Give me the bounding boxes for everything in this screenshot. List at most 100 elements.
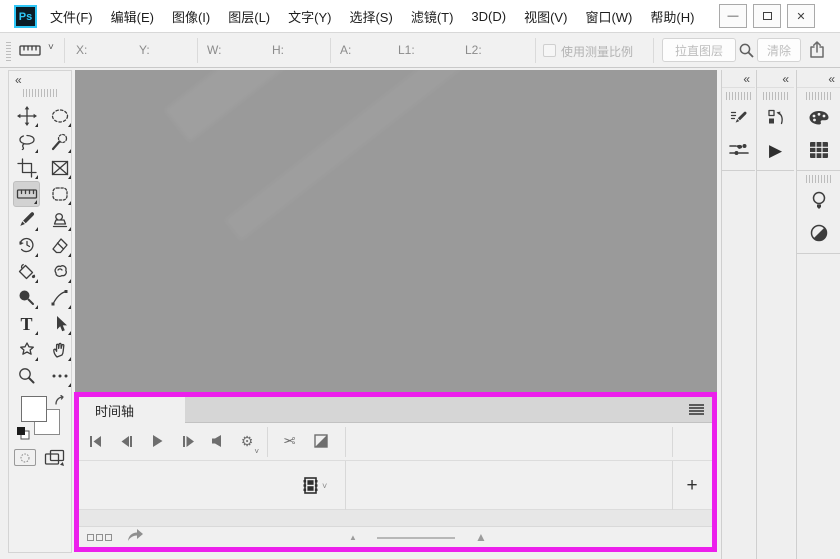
brushes-icon[interactable] <box>722 134 755 166</box>
default-colors-icon[interactable] <box>15 425 31 446</box>
elliptical-marquee-tool[interactable] <box>46 103 73 129</box>
add-media-button[interactable]: + <box>672 461 712 510</box>
crop-tool[interactable] <box>13 155 40 181</box>
zoom-out-icon[interactable]: ▲ <box>349 533 357 542</box>
type-tool[interactable]: T <box>13 311 40 337</box>
history-brush-tool[interactable] <box>13 233 40 259</box>
screen-mode-button[interactable] <box>44 449 66 472</box>
menu-image[interactable]: 图像(I) <box>170 5 212 28</box>
panel-grip[interactable] <box>805 92 832 100</box>
h-field-label: H: <box>272 43 284 57</box>
mute-audio-button[interactable] <box>203 427 231 455</box>
patch-tool[interactable] <box>46 181 73 207</box>
share-icon[interactable] <box>808 41 826 64</box>
menu-layer[interactable]: 图层(L) <box>226 5 272 28</box>
panel-column-color: « <box>796 70 840 559</box>
collapse-panel-icon[interactable]: « <box>828 72 835 86</box>
convert-to-frame-animation-button[interactable] <box>87 533 112 541</box>
go-to-previous-frame-button[interactable] <box>112 427 140 455</box>
watermark <box>225 70 541 241</box>
swatches-panel-icon[interactable] <box>797 134 840 166</box>
minimize-icon: — <box>727 10 739 22</box>
transition-button[interactable] <box>307 427 335 455</box>
frame-tool[interactable] <box>46 155 73 181</box>
render-video-shortcut-icon[interactable] <box>126 528 144 547</box>
foreground-color-swatch[interactable] <box>21 396 47 422</box>
timeline-zoom-slider[interactable] <box>377 537 455 539</box>
ruler-tool[interactable] <box>13 181 40 207</box>
options-bar-grip[interactable] <box>6 40 11 61</box>
video-track-menu[interactable]: ˅ <box>303 477 327 494</box>
quick-mask-button[interactable] <box>14 449 36 466</box>
maximize-button[interactable] <box>753 4 781 28</box>
actions-icon[interactable]: ▶ <box>757 134 794 166</box>
custom-shape-tool[interactable] <box>13 337 40 363</box>
panel-menu-icon[interactable] <box>689 404 704 415</box>
menu-filter[interactable]: 滤镜(T) <box>409 5 456 28</box>
move-tool[interactable] <box>13 103 40 129</box>
history-icon[interactable] <box>757 102 794 134</box>
tools-panel: « T <box>8 70 72 553</box>
go-to-next-frame-button[interactable] <box>174 427 202 455</box>
more-tools-icon[interactable] <box>46 363 73 389</box>
l1-field-label: L1: <box>398 43 415 57</box>
split-at-playhead-button[interactable]: ✂ <box>275 427 303 455</box>
go-to-first-frame-button[interactable] <box>81 427 109 455</box>
timeline-tab-bar: 时间轴 <box>79 397 712 423</box>
right-panel-rail: « « ▶ « <box>717 70 840 559</box>
menu-3d[interactable]: 3D(D) <box>469 7 508 26</box>
lasso-tool[interactable] <box>13 129 40 155</box>
menu-view[interactable]: 视图(V) <box>522 5 569 28</box>
close-button[interactable]: ✕ <box>787 4 815 28</box>
use-measurement-scale-checkbox[interactable] <box>543 44 556 57</box>
panel-column-brushes: « <box>721 70 755 559</box>
hand-tool[interactable] <box>46 337 73 363</box>
straighten-layer-button[interactable]: 拉直图层 <box>662 38 736 62</box>
dodge-tool[interactable] <box>13 285 40 311</box>
brush-tool[interactable] <box>13 207 40 233</box>
menu-select[interactable]: 选择(S) <box>347 5 394 28</box>
clone-stamp-tool[interactable] <box>46 207 73 233</box>
tools-panel-grip[interactable] <box>23 89 57 97</box>
panel-grip[interactable] <box>805 175 832 183</box>
panel-column-history: « ▶ <box>756 70 794 559</box>
minimize-button[interactable]: — <box>719 4 747 28</box>
panel-grip[interactable] <box>725 92 752 100</box>
clear-button[interactable]: 清除 <box>757 38 801 62</box>
menu-edit[interactable]: 编辑(E) <box>109 5 156 28</box>
quick-selection-tool[interactable] <box>46 129 73 155</box>
collapse-panel-icon[interactable]: « <box>743 72 750 86</box>
swap-colors-icon[interactable] <box>54 394 68 414</box>
timeline-bottom-bar: ▲ ▲ <box>79 527 712 547</box>
panel-grip[interactable] <box>762 92 789 100</box>
tool-preset-chevron-icon[interactable]: ˅ <box>48 42 54 53</box>
play-button[interactable] <box>143 427 171 455</box>
zoom-tool[interactable] <box>13 363 40 389</box>
adjustments-panel-icon[interactable] <box>797 217 840 249</box>
collapse-panel-icon[interactable]: « <box>782 72 789 86</box>
menu-window[interactable]: 窗口(W) <box>583 5 634 28</box>
maximize-icon <box>762 12 772 20</box>
a-field-label: A: <box>340 43 352 57</box>
x-field-label: X: <box>76 43 88 57</box>
zoom-in-icon[interactable]: ▲ <box>475 530 487 544</box>
pen-tool[interactable] <box>46 285 73 311</box>
path-selection-tool[interactable] <box>46 311 73 337</box>
collapse-tools-icon[interactable]: « <box>15 73 22 87</box>
ruler-tool-preset[interactable] <box>19 43 43 63</box>
smudge-tool[interactable] <box>46 259 73 285</box>
color-panel-icon[interactable] <box>797 102 840 134</box>
use-measurement-scale-label: 使用测量比例 <box>561 45 634 59</box>
paint-bucket-tool[interactable] <box>13 259 40 285</box>
menu-help[interactable]: 帮助(H) <box>648 5 696 28</box>
menu-file[interactable]: 文件(F) <box>48 5 95 28</box>
learn-panel-icon[interactable] <box>797 185 840 217</box>
eraser-tool[interactable] <box>46 233 73 259</box>
brush-settings-icon[interactable] <box>722 102 755 134</box>
menu-type[interactable]: 文字(Y) <box>286 5 333 28</box>
timeline-settings-button[interactable]: ⚙ ˅ <box>233 427 261 457</box>
tab-timeline[interactable]: 时间轴 <box>79 397 185 423</box>
close-icon: ✕ <box>796 10 806 23</box>
search-icon[interactable] <box>738 42 755 64</box>
film-icon <box>303 477 318 494</box>
